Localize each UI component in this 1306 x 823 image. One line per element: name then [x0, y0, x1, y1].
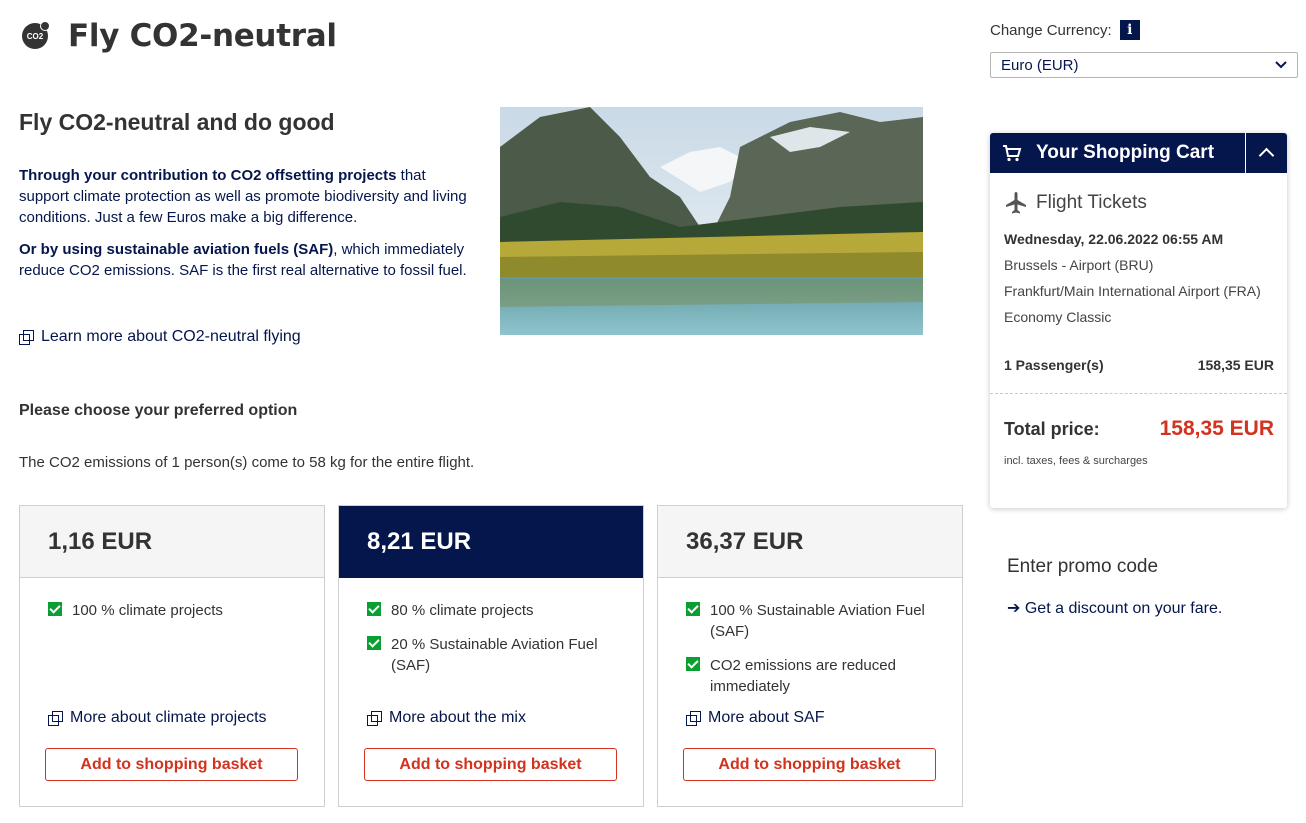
option-card-climate[interactable]: 1,16 EUR 100 % climate projects More abo… [19, 505, 325, 807]
currency-select[interactable]: Euro (EUR) [990, 52, 1298, 78]
feature-item: 20 % Sustainable Aviation Fuel (SAF) [367, 634, 617, 676]
option-price: 36,37 EUR [658, 506, 962, 578]
emissions-text: The CO2 emissions of 1 person(s) come to… [19, 454, 475, 471]
option-features: 80 % climate projects 20 % Sustainable A… [367, 600, 617, 689]
shopping-cart: Your Shopping Cart Flight Tickets Wednes… [990, 133, 1287, 508]
feature-item: 80 % climate projects [367, 600, 617, 621]
page-header: CO2 Fly CO2-neutral [22, 18, 337, 54]
option-features: 100 % Sustainable Aviation Fuel (SAF) CO… [686, 600, 936, 710]
feature-label: 100 % climate projects [72, 602, 223, 619]
more-link-label: More about climate projects [70, 709, 267, 726]
feature-label: CO2 emissions are reduced immediately [710, 657, 896, 695]
promo-title: Enter promo code [1007, 556, 1159, 577]
option-price: 1,16 EUR [20, 506, 324, 578]
currency-select-value: Euro (EUR) [1001, 56, 1079, 74]
intro-paragraph-offsetting: Through your contribution to CO2 offsett… [19, 165, 474, 228]
checkmark-icon [367, 602, 381, 616]
flight-tickets-label: Flight Tickets [1036, 192, 1147, 213]
external-link-icon [367, 711, 382, 726]
chevron-up-icon [1258, 147, 1275, 164]
feature-label: 80 % climate projects [391, 602, 534, 619]
choose-option-heading: Please choose your preferred option [19, 402, 298, 419]
intro-p2-bold: Or by using sustainable aviation fuels (… [19, 241, 334, 258]
total-price: 158,35 EUR [1159, 417, 1274, 440]
total-note: incl. taxes, fees & surcharges [1004, 455, 1148, 467]
option-card-mix[interactable]: 8,21 EUR 80 % climate projects 20 % Sust… [338, 505, 644, 807]
cart-divider [990, 393, 1287, 394]
external-link-icon [686, 711, 701, 726]
co2-logo-icon: CO2 [22, 21, 50, 49]
currency-label: Change Currency: [990, 21, 1112, 39]
option-price: 8,21 EUR [339, 506, 643, 578]
flight-tickets-heading: Flight Tickets [1004, 191, 1274, 215]
info-icon[interactable]: i [1119, 20, 1140, 40]
flight-origin: Brussels - Airport (BRU) [1004, 257, 1154, 273]
more-link-label: More about SAF [708, 709, 825, 726]
shopping-cart-icon [1003, 145, 1022, 162]
intro-title: Fly CO2-neutral and do good [19, 109, 335, 135]
feature-item: 100 % Sustainable Aviation Fuel (SAF) [686, 600, 936, 642]
landscape-image [500, 107, 923, 335]
more-about-climate-link[interactable]: More about climate projects [48, 709, 267, 727]
total-row: Total price: 158,35 EUR [1004, 417, 1274, 441]
more-link-label: More about the mix [389, 709, 526, 726]
feature-item: 100 % climate projects [48, 600, 298, 621]
intro-paragraph-saf: Or by using sustainable aviation fuels (… [19, 239, 474, 281]
flight-cabin: Economy Classic [1004, 309, 1112, 325]
arrow-right-icon: ➔ [1007, 600, 1025, 617]
mountain-lake-illustration [500, 107, 923, 335]
leaf-badge-icon [40, 21, 50, 31]
more-about-saf-link[interactable]: More about SAF [686, 709, 825, 727]
external-link-icon [48, 711, 63, 726]
checkmark-icon [686, 657, 700, 671]
cart-flight-section: Flight Tickets Wednesday, 22.06.2022 06:… [1004, 191, 1274, 325]
add-to-basket-button[interactable]: Add to shopping basket [364, 748, 617, 781]
airplane-icon [1006, 192, 1026, 214]
passenger-price: 158,35 EUR [1197, 357, 1274, 373]
passenger-row: 1 Passenger(s) 158,35 EUR [1004, 357, 1274, 373]
option-card-saf[interactable]: 36,37 EUR 100 % Sustainable Aviation Fue… [657, 505, 963, 807]
checkmark-icon [367, 636, 381, 650]
currency-label-row: Change Currency: i [990, 20, 1298, 40]
promo-link-label: Get a discount on your fare. [1024, 600, 1223, 617]
flight-destination: Frankfurt/Main International Airport (FR… [1004, 283, 1261, 299]
currency-selector: Change Currency: i Euro (EUR) [990, 20, 1298, 78]
feature-label: 20 % Sustainable Aviation Fuel (SAF) [391, 636, 598, 674]
chevron-down-icon [1275, 61, 1287, 69]
learn-more-label: Learn more about CO2-neutral flying [41, 328, 301, 345]
passenger-count: 1 Passenger(s) [1004, 357, 1104, 373]
intro-p1-bold: Through your contribution to CO2 offsett… [19, 167, 397, 184]
cart-title: Your Shopping Cart [1036, 142, 1215, 163]
add-to-basket-button[interactable]: Add to shopping basket [45, 748, 298, 781]
add-to-basket-button[interactable]: Add to shopping basket [683, 748, 936, 781]
flight-date: Wednesday, 22.06.2022 06:55 AM [1004, 231, 1224, 247]
checkmark-icon [686, 602, 700, 616]
co2-logo-text: CO2 [26, 31, 44, 41]
page-title: Fly CO2-neutral [68, 18, 337, 54]
more-about-mix-link[interactable]: More about the mix [367, 709, 526, 727]
cart-collapse-button[interactable] [1245, 133, 1287, 173]
external-link-icon [19, 330, 34, 345]
learn-more-link[interactable]: Learn more about CO2-neutral flying [19, 328, 301, 346]
checkmark-icon [48, 602, 62, 616]
cart-header[interactable]: Your Shopping Cart [990, 133, 1287, 173]
total-label: Total price: [1004, 419, 1100, 439]
option-features: 100 % climate projects [48, 600, 298, 634]
feature-item: CO2 emissions are reduced immediately [686, 655, 936, 697]
promo-link[interactable]: ➔ Get a discount on your fare. [1007, 598, 1222, 618]
feature-label: 100 % Sustainable Aviation Fuel (SAF) [710, 602, 925, 640]
